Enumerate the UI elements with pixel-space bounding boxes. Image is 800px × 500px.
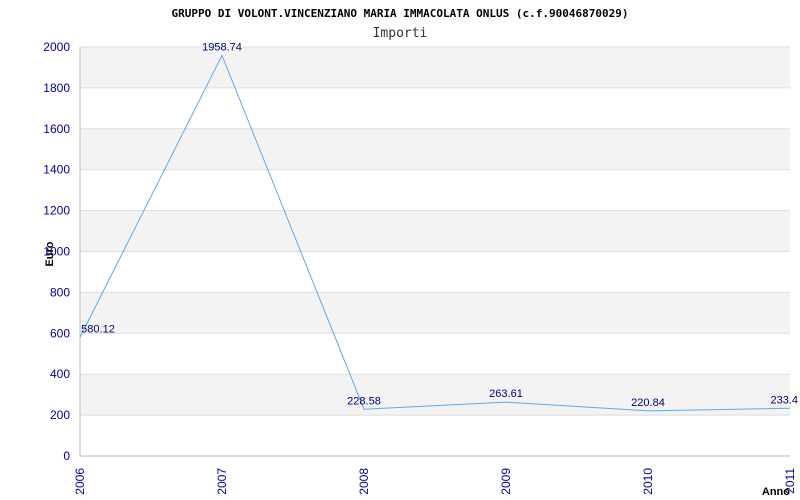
x-tick-label: 2006 [73, 468, 87, 495]
data-label: 1958.74 [202, 41, 242, 53]
y-tick-label: 1200 [43, 204, 70, 218]
grid-band [80, 374, 790, 416]
data-label: 580.12 [81, 323, 115, 335]
data-label: 220.84 [631, 397, 665, 409]
grid-band [80, 210, 790, 252]
chart-subtitle: Importi [373, 26, 428, 41]
data-label: 263.61 [489, 388, 523, 400]
y-axis-label: Euro [44, 241, 56, 266]
grid-band [80, 128, 790, 170]
grid-band [80, 292, 790, 334]
x-tick-labels: 2006 2007 2008 2009 2010 2011 [73, 468, 797, 495]
data-label: 233.4 [770, 394, 798, 406]
x-tick-label: 2010 [641, 468, 655, 495]
y-tick-label: 600 [50, 326, 70, 340]
y-tick-label: 1400 [43, 163, 70, 177]
grid-bands [80, 47, 790, 416]
x-axis-label: Anno [762, 486, 790, 498]
x-tick-label: 2009 [499, 468, 513, 495]
x-tick-label: 2007 [215, 468, 229, 495]
x-tick-label: 2008 [357, 468, 371, 495]
y-tick-label: 400 [50, 367, 70, 381]
y-tick-label: 0 [63, 449, 70, 463]
chart-title: GRUPPO DI VOLONT.VINCENZIANO MARIA IMMAC… [172, 7, 629, 20]
data-label: 228.58 [347, 395, 381, 407]
y-tick-label: 800 [50, 285, 70, 299]
y-tick-label: 200 [50, 408, 70, 422]
grid-band [80, 47, 790, 88]
y-tick-label: 1600 [43, 122, 70, 136]
y-tick-label: 2000 [43, 40, 70, 54]
line-chart: GRUPPO DI VOLONT.VINCENZIANO MARIA IMMAC… [43, 7, 798, 498]
y-tick-label: 1800 [43, 81, 70, 95]
